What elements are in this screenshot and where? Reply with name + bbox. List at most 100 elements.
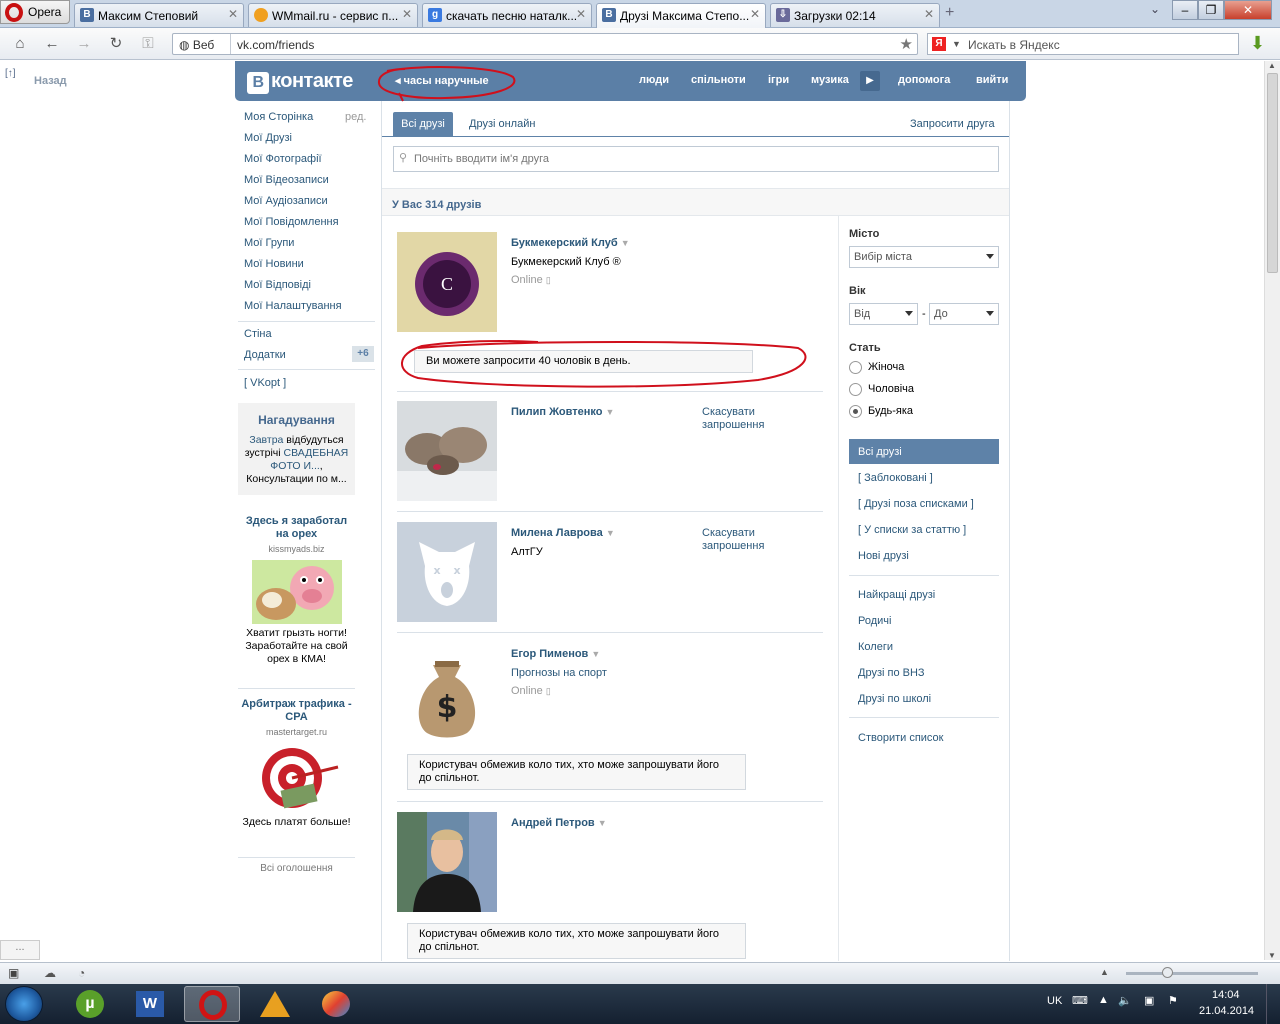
dropdown-icon[interactable]: ▼ bbox=[606, 407, 615, 417]
volume-icon[interactable]: 🔈 bbox=[1118, 994, 1132, 1007]
key-icon[interactable]: ⚿ bbox=[139, 36, 157, 52]
age-to-select[interactable]: До bbox=[929, 303, 999, 325]
friend-name[interactable]: Егор Пименов ▼ bbox=[511, 648, 600, 660]
back-link[interactable]: Назад bbox=[34, 75, 67, 87]
back-icon[interactable]: ← bbox=[43, 36, 61, 52]
nav-logout[interactable]: вийти bbox=[976, 74, 1008, 86]
keyboard-icon[interactable]: ⌨ bbox=[1072, 994, 1088, 1007]
taskbar-app[interactable] bbox=[246, 986, 302, 1022]
sex-male-radio[interactable] bbox=[849, 383, 862, 396]
browser-tab-active[interactable]: В Друзі Максима Степо... ✕ bbox=[596, 3, 766, 28]
all-ads-link[interactable]: Всі оголошення bbox=[238, 863, 355, 874]
address-web-badge[interactable]: ◍ Веб bbox=[179, 38, 214, 52]
ad-title[interactable]: Здесь я заработал на орех bbox=[238, 515, 355, 541]
reload-icon[interactable]: ↻ bbox=[107, 36, 125, 52]
page-scrollbar[interactable]: ▲ ▼ bbox=[1264, 61, 1280, 960]
list-university[interactable]: Друзі по ВНЗ bbox=[858, 667, 925, 679]
list-unsorted[interactable]: [ Друзі поза списками ] bbox=[858, 498, 974, 510]
friend-avatar[interactable]: C bbox=[397, 232, 497, 332]
menu-my-page[interactable]: Моя Сторінка bbox=[244, 111, 313, 123]
taskbar-paint[interactable] bbox=[308, 986, 364, 1022]
sex-any-radio[interactable] bbox=[849, 405, 862, 418]
scroll-up-icon[interactable]: ▲ bbox=[1268, 61, 1276, 70]
list-blocked[interactable]: [ Заблоковані ] bbox=[858, 472, 933, 484]
download-arrow-icon[interactable]: ⬇ bbox=[1250, 33, 1268, 53]
network-icon[interactable]: ▣ bbox=[1144, 994, 1154, 1007]
list-relatives[interactable]: Родичі bbox=[858, 615, 891, 627]
ad-block[interactable]: Здесь я заработал на орех kissmyads.biz … bbox=[238, 515, 355, 666]
close-tab-icon[interactable]: ✕ bbox=[924, 7, 934, 21]
zoom-slider[interactable] bbox=[1126, 972, 1258, 975]
list-by-sex[interactable]: [ У списки за статтю ] bbox=[858, 524, 966, 536]
apps-count-badge[interactable]: +6 bbox=[352, 346, 374, 362]
friend-avatar[interactable] bbox=[397, 812, 497, 912]
friend-avatar[interactable]: $ bbox=[397, 643, 497, 743]
city-select[interactable]: Вибір міста bbox=[849, 246, 999, 268]
sex-option-label[interactable]: Жіноча bbox=[868, 361, 904, 373]
close-window-icon[interactable]: ✕ bbox=[1224, 0, 1272, 20]
tray-arrow-icon[interactable]: ▲ bbox=[1098, 994, 1109, 1006]
reminder-link[interactable]: Завтра bbox=[249, 434, 283, 446]
friend-name[interactable]: Милена Лаврова ▼ bbox=[511, 527, 615, 539]
dropdown-icon[interactable]: ▼ bbox=[606, 528, 615, 538]
close-tab-icon[interactable]: ✕ bbox=[402, 7, 412, 21]
up-arrow-icon[interactable]: [↑] bbox=[5, 68, 16, 79]
list-colleagues[interactable]: Колеги bbox=[858, 641, 893, 653]
show-desktop-button[interactable] bbox=[1266, 984, 1280, 1024]
cloud-icon[interactable]: ☁ bbox=[44, 966, 56, 980]
menu-my-photos[interactable]: Мої Фотографії bbox=[244, 153, 322, 165]
new-tab-icon[interactable]: + bbox=[945, 4, 954, 22]
menu-my-settings[interactable]: Мої Налаштування bbox=[244, 300, 342, 312]
close-tab-icon[interactable]: ✕ bbox=[228, 7, 238, 21]
list-new-friends[interactable]: Нові друзі bbox=[858, 550, 909, 562]
tab-friends-online[interactable]: Друзі онлайн bbox=[469, 118, 535, 130]
friend-name[interactable]: Андрей Петров ▼ bbox=[511, 817, 607, 829]
home-icon[interactable]: ⌂ bbox=[11, 36, 29, 52]
tab-menu-icon[interactable]: ⌄ bbox=[1150, 2, 1160, 16]
close-tab-icon[interactable]: ✕ bbox=[750, 7, 760, 21]
browser-tab[interactable]: g скачать песню наталк... ✕ bbox=[422, 3, 592, 27]
friend-search-input[interactable]: ⚲ Почніть вводити ім'я друга bbox=[393, 146, 999, 172]
cancel-request-link[interactable]: Скасувати запрошення bbox=[702, 406, 782, 432]
start-button[interactable] bbox=[5, 986, 43, 1022]
opera-menu-button[interactable]: Opera bbox=[0, 0, 70, 24]
menu-wall[interactable]: Стіна bbox=[244, 328, 272, 340]
panel-toggle[interactable]: ... bbox=[0, 940, 40, 960]
vk-logo[interactable]: Вконтакте bbox=[247, 70, 353, 94]
panel-icon[interactable]: ▣ bbox=[8, 966, 19, 980]
dropdown-icon[interactable]: ▼ bbox=[598, 818, 607, 828]
address-bar[interactable]: ◍ Веб vk.com/friends ★ bbox=[172, 33, 918, 55]
nav-help[interactable]: допомога bbox=[898, 74, 950, 86]
bookmark-star-icon[interactable]: ★ bbox=[900, 35, 913, 53]
speed-dial-icon[interactable]: ◔ bbox=[78, 966, 85, 980]
menu-apps[interactable]: Додатки bbox=[244, 349, 286, 361]
menu-vkopt[interactable]: [ VKopt ] bbox=[244, 377, 286, 389]
ad-title[interactable]: Арбитраж трафика - CPA bbox=[238, 698, 355, 724]
friend-avatar[interactable] bbox=[397, 401, 497, 501]
friend-name[interactable]: Пилип Жовтенко ▼ bbox=[511, 406, 614, 418]
chevron-down-icon[interactable]: ▼ bbox=[952, 39, 961, 49]
address-url[interactable]: vk.com/friends bbox=[237, 38, 314, 52]
zoom-slider-knob[interactable] bbox=[1162, 967, 1173, 978]
sex-female-radio[interactable] bbox=[849, 361, 862, 374]
menu-my-videos[interactable]: Мої Відеозаписи bbox=[244, 174, 329, 186]
sex-option-label[interactable]: Будь-яка bbox=[868, 405, 913, 417]
dropdown-icon[interactable]: ▼ bbox=[591, 649, 600, 659]
menu-my-groups[interactable]: Мої Групи bbox=[244, 237, 294, 249]
clock-date[interactable]: 21.04.2014 bbox=[1199, 1005, 1254, 1017]
nav-music[interactable]: музика bbox=[811, 74, 849, 86]
menu-edit-link[interactable]: ред. bbox=[345, 111, 366, 123]
browser-tab[interactable]: В Максим Степовий ✕ bbox=[74, 3, 244, 27]
friend-subtitle[interactable]: Прогнозы на спорт bbox=[511, 667, 607, 679]
invite-friend-link[interactable]: Запросити друга bbox=[910, 118, 995, 130]
language-indicator[interactable]: UK bbox=[1047, 995, 1062, 1007]
restore-icon[interactable]: ❐ bbox=[1198, 0, 1224, 20]
friend-avatar[interactable]: x x bbox=[397, 522, 497, 622]
menu-my-news[interactable]: Мої Новини bbox=[244, 258, 304, 270]
menu-my-audio[interactable]: Мої Аудіозаписи bbox=[244, 195, 328, 207]
minimize-icon[interactable]: – bbox=[1172, 0, 1198, 20]
age-from-select[interactable]: Від bbox=[849, 303, 918, 325]
menu-my-messages[interactable]: Мої Повідомлення bbox=[244, 216, 339, 228]
friend-name[interactable]: Букмекерский Клуб ▼ bbox=[511, 237, 630, 249]
ad-block[interactable]: Арбитраж трафика - CPA mastertarget.ru З… bbox=[238, 698, 355, 829]
